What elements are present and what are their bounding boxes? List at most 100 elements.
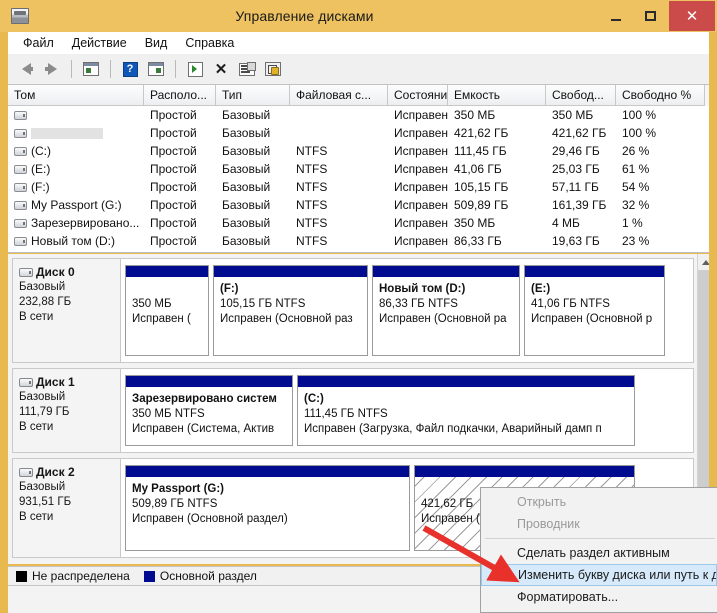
partition-details: Зарезервировано систем 350 МБ NTFS Исправе… <box>126 387 292 437</box>
volume-label: My Passport (G:) <box>31 198 122 212</box>
context-menu-item[interactable]: Сделать раздел активным <box>481 542 717 564</box>
partition-block[interactable]: 350 МБ Исправен ( <box>125 265 209 356</box>
disk-size: 111,79 ГБ <box>19 406 70 418</box>
cell-free-percent: 54 % <box>622 180 650 194</box>
disk-type: Базовый <box>19 481 66 493</box>
column-header[interactable]: Тип <box>216 85 290 106</box>
disk-info: Диск 1 Базовый 111,79 ГБ В сети <box>13 369 121 452</box>
cell-free-percent: 100 % <box>622 126 657 140</box>
table-row[interactable]: Новый том (D:) Простой Базовый NTFS Исправен… <box>8 232 709 250</box>
cell-capacity: 41,06 ГБ <box>454 162 502 176</box>
table-row[interactable]: Зарезервировано... Простой Базовый NTFS Испр… <box>8 214 709 232</box>
show-action-pane-icon[interactable] <box>144 57 168 81</box>
cell-type: Базовый <box>222 180 271 194</box>
partition-status: Исправен (Система, Актив <box>132 423 275 435</box>
show-hide-console-tree-icon[interactable] <box>79 57 103 81</box>
volume-icon <box>14 237 27 247</box>
scroll-up-button[interactable] <box>698 254 709 270</box>
table-row[interactable]: Простой Базовый Исправен... 350 МБ 350 МБ 100… <box>8 106 709 124</box>
partition-block[interactable]: (F:) 105,15 ГБ NTFS Исправен (Основной раз <box>213 265 368 356</box>
cell-free: 19,63 ГБ <box>552 234 600 248</box>
menu-item-help[interactable]: Справка <box>176 34 243 52</box>
context-menu: Открыть Проводник Сделать раздел активным И… <box>480 487 717 613</box>
cell-volume: Новый том (D:) <box>8 234 144 248</box>
column-header[interactable]: Свободно % <box>616 85 705 106</box>
disk-panel[interactable]: Диск 1 Базовый 111,79 ГБ В сети Зарезервиров… <box>12 368 694 453</box>
volume-label: (F:) <box>31 180 50 194</box>
cell-filesystem: NTFS <box>296 180 328 194</box>
cell-free: 161,39 ГБ <box>552 198 607 212</box>
partition-color-bar <box>126 266 208 277</box>
disk-state: В сети <box>19 511 54 523</box>
partition-block[interactable]: Зарезервировано систем 350 МБ NTFS Исправе… <box>125 375 293 446</box>
forward-icon[interactable] <box>40 57 64 81</box>
volume-label: Новый том (D:) <box>31 234 115 248</box>
partition-size: 86,33 ГБ NTFS <box>379 298 458 310</box>
partition-details: (E:) 41,06 ГБ NTFS Исправен (Основной р <box>525 277 664 327</box>
column-header[interactable]: Емкость <box>448 85 546 106</box>
partition-block[interactable]: My Passport (G:) 509,89 ГБ NTFS Исправен (… <box>125 465 410 551</box>
volume-label: (E:) <box>31 162 51 176</box>
cell-volume <box>8 108 144 122</box>
table-row[interactable]: (E:) Простой Базовый NTFS Исправен... 41,06 Г… <box>8 160 709 178</box>
partition-block[interactable]: Новый том (D:) 86,33 ГБ NTFS Исправен (Осн… <box>372 265 520 356</box>
minimize-button[interactable] <box>599 1 633 31</box>
partition-details: Новый том (D:) 86,33 ГБ NTFS Исправен (Осн… <box>373 277 519 327</box>
disk-panel[interactable]: Диск 0 Базовый 232,88 ГБ В сети 350 МБ Исправ… <box>12 258 694 363</box>
partition-block[interactable]: (C:) 111,45 ГБ NTFS Исправен (Загрузка, Фа… <box>297 375 635 446</box>
partition-list: Зарезервировано систем 350 МБ NTFS Исправе… <box>121 369 693 452</box>
context-menu-item: Проводник <box>517 517 580 531</box>
context-menu-item[interactable]: Изменить букву диска или путь к дис <box>481 564 717 586</box>
table-row[interactable]: (C:) Простой Базовый NTFS Исправен... 111,45 … <box>8 142 709 160</box>
context-menu-item[interactable]: Форматировать... <box>481 586 717 608</box>
partition-color-bar <box>525 266 664 277</box>
cell-capacity: 86,33 ГБ <box>454 234 502 248</box>
disk-icon <box>19 378 33 388</box>
column-header[interactable]: Файловая с... <box>290 85 388 106</box>
partition-color-bar <box>214 266 367 277</box>
cell-free: 57,11 ГБ <box>552 180 599 194</box>
cell-volume: My Passport (G:) <box>8 198 144 212</box>
table-row[interactable]: Простой Базовый Исправен... 421,62 ГБ 421,62… <box>8 124 709 142</box>
context-menu-item: Открыть <box>517 495 567 509</box>
partition-title: Новый том (D:) <box>379 283 466 295</box>
column-header[interactable]: Том <box>8 85 144 106</box>
volume-icon <box>14 111 27 121</box>
partition-color-bar <box>373 266 519 277</box>
column-header[interactable]: Располо... <box>144 85 216 106</box>
rescan-disks-icon[interactable] <box>261 57 285 81</box>
toolbar: ? ✕ <box>8 54 709 85</box>
delete-icon[interactable]: ✕ <box>209 57 233 81</box>
volume-icon <box>14 219 27 229</box>
cell-capacity: 350 МБ <box>454 108 496 122</box>
disk-size: 931,51 ГБ <box>19 496 72 508</box>
cell-capacity: 111,45 ГБ <box>454 144 507 158</box>
close-button[interactable]: ✕ <box>669 1 715 31</box>
maximize-button[interactable] <box>633 1 667 31</box>
cell-free-percent: 100 % <box>622 108 657 122</box>
disk-info: Диск 2 Базовый 931,51 ГБ В сети <box>13 459 121 557</box>
partition-status: Исправен (Основной р <box>531 313 653 325</box>
partition-block[interactable]: (E:) 41,06 ГБ NTFS Исправен (Основной р <box>524 265 665 356</box>
back-icon[interactable] <box>14 57 38 81</box>
refresh-icon[interactable] <box>183 57 207 81</box>
cell-free: 4 МБ <box>552 216 580 230</box>
column-header[interactable]: Состояние <box>388 85 448 106</box>
table-row[interactable]: (F:) Простой Базовый NTFS Исправен... 105,15 … <box>8 178 709 196</box>
menu-item-view[interactable]: Вид <box>136 34 177 52</box>
legend-label: Не распределена <box>32 569 130 583</box>
cell-type: Базовый <box>222 126 271 140</box>
table-row[interactable]: My Passport (G:) Простой Базовый NTFS Исправ… <box>8 196 709 214</box>
menu-item-file[interactable]: Файл <box>14 34 63 52</box>
cell-free-percent: 1 % <box>622 216 643 230</box>
cell-status: Исправен... <box>394 234 448 248</box>
cell-free-percent: 32 % <box>622 198 650 212</box>
help-icon[interactable]: ? <box>118 57 142 81</box>
partition-size: 509,89 ГБ NTFS <box>132 498 218 510</box>
menu-item-action[interactable]: Действие <box>63 34 136 52</box>
properties-icon[interactable] <box>235 57 259 81</box>
column-header[interactable]: Свобод... <box>546 85 616 106</box>
cell-type: Базовый <box>222 144 271 158</box>
app-icon-wrap <box>0 8 40 24</box>
cell-capacity: 421,62 ГБ <box>454 126 509 140</box>
